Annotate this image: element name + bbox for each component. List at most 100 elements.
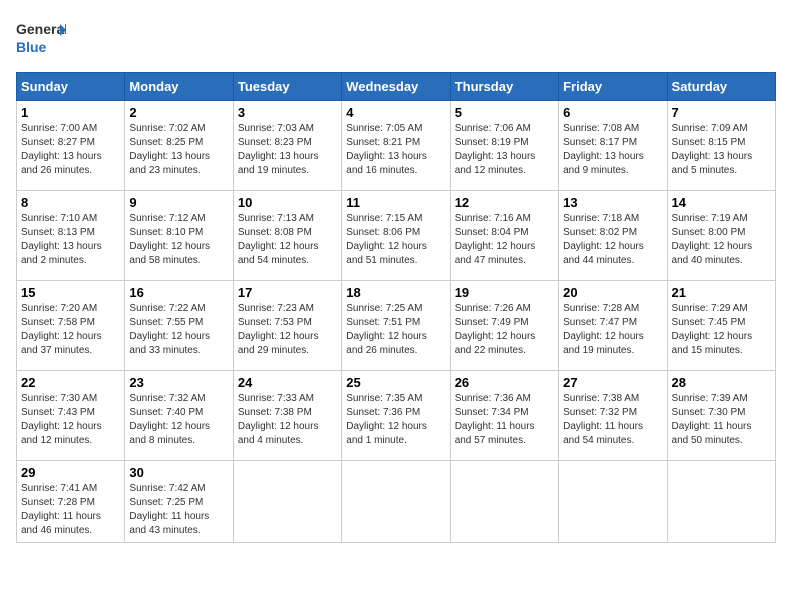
- day-info: Sunrise: 7:25 AMSunset: 7:51 PMDaylight:…: [346, 302, 445, 358]
- svg-text:Blue: Blue: [16, 39, 47, 55]
- calendar-cell: 29Sunrise: 7:41 AMSunset: 7:28 PMDayligh…: [17, 461, 125, 543]
- day-number: 5: [455, 105, 554, 120]
- calendar-cell: 23Sunrise: 7:32 AMSunset: 7:40 PMDayligh…: [125, 371, 233, 461]
- logo: General Blue: [16, 16, 66, 60]
- calendar-cell: 4Sunrise: 7:05 AMSunset: 8:21 PMDaylight…: [342, 101, 450, 191]
- week-row-4: 22 Sunrise: 7:30 AMSunset: 7:43 PMDayligh…: [17, 371, 776, 461]
- calendar-cell: 20 Sunrise: 7:28 AMSunset: 7:47 PMDayligh…: [559, 281, 667, 371]
- day-number: 13: [563, 195, 662, 210]
- calendar-cell: 25Sunrise: 7:35 AMSunset: 7:36 PMDayligh…: [342, 371, 450, 461]
- calendar-cell: [450, 461, 558, 543]
- page-header: General Blue: [16, 16, 776, 60]
- day-info: Sunrise: 7:23 AMSunset: 7:53 PMDaylight:…: [238, 302, 337, 358]
- calendar-cell: 24Sunrise: 7:33 AMSunset: 7:38 PMDayligh…: [233, 371, 341, 461]
- day-number: 6: [563, 105, 662, 120]
- calendar-cell: 17 Sunrise: 7:23 AMSunset: 7:53 PMDayligh…: [233, 281, 341, 371]
- calendar-cell: [233, 461, 341, 543]
- calendar-cell: [559, 461, 667, 543]
- calendar-cell: 13 Sunrise: 7:18 AMSunset: 8:02 PMDayligh…: [559, 191, 667, 281]
- calendar-cell: 2 Sunrise: 7:02 AMSunset: 8:25 PMDaylight…: [125, 101, 233, 191]
- day-number: 17: [238, 285, 337, 300]
- day-number: 12: [455, 195, 554, 210]
- day-number: 22: [21, 375, 120, 390]
- week-row-3: 15 Sunrise: 7:20 AMSunset: 7:58 PMDayligh…: [17, 281, 776, 371]
- day-number: 28: [672, 375, 771, 390]
- day-info: Sunrise: 7:36 AMSunset: 7:34 PMDaylight:…: [455, 392, 554, 448]
- day-number: 18: [346, 285, 445, 300]
- day-info: Sunrise: 7:03 AMSunset: 8:23 PMDaylight:…: [238, 122, 337, 178]
- day-number: 11: [346, 195, 445, 210]
- day-number: 10: [238, 195, 337, 210]
- day-number: 8: [21, 195, 120, 210]
- column-header-wednesday: Wednesday: [342, 73, 450, 101]
- logo-svg: General Blue: [16, 16, 66, 60]
- calendar-cell: 6Sunrise: 7:08 AMSunset: 8:17 PMDaylight…: [559, 101, 667, 191]
- day-number: 14: [672, 195, 771, 210]
- day-number: 19: [455, 285, 554, 300]
- day-info: Sunrise: 7:00 AMSunset: 8:27 PMDaylight:…: [21, 122, 120, 178]
- day-info: Sunrise: 7:16 AMSunset: 8:04 PMDaylight:…: [455, 212, 554, 268]
- day-info: Sunrise: 7:12 AMSunset: 8:10 PMDaylight:…: [129, 212, 228, 268]
- day-number: 15: [21, 285, 120, 300]
- calendar-cell: 11 Sunrise: 7:15 AMSunset: 8:06 PMDayligh…: [342, 191, 450, 281]
- day-info: Sunrise: 7:18 AMSunset: 8:02 PMDaylight:…: [563, 212, 662, 268]
- column-header-tuesday: Tuesday: [233, 73, 341, 101]
- column-header-sunday: Sunday: [17, 73, 125, 101]
- day-info: Sunrise: 7:28 AMSunset: 7:47 PMDaylight:…: [563, 302, 662, 358]
- day-number: 9: [129, 195, 228, 210]
- calendar-cell: 21 Sunrise: 7:29 AMSunset: 7:45 PMDayligh…: [667, 281, 775, 371]
- calendar-cell: [667, 461, 775, 543]
- day-info: Sunrise: 7:22 AMSunset: 7:55 PMDaylight:…: [129, 302, 228, 358]
- day-info: Sunrise: 7:29 AMSunset: 7:45 PMDaylight:…: [672, 302, 771, 358]
- week-row-5: 29Sunrise: 7:41 AMSunset: 7:28 PMDayligh…: [17, 461, 776, 543]
- day-number: 21: [672, 285, 771, 300]
- day-info: Sunrise: 7:02 AMSunset: 8:25 PMDaylight:…: [129, 122, 228, 178]
- day-info: Sunrise: 7:19 AMSunset: 8:00 PMDaylight:…: [672, 212, 771, 268]
- calendar-cell: 19 Sunrise: 7:26 AMSunset: 7:49 PMDayligh…: [450, 281, 558, 371]
- day-info: Sunrise: 7:06 AMSunset: 8:19 PMDaylight:…: [455, 122, 554, 178]
- day-number: 2: [129, 105, 228, 120]
- svg-text:General: General: [16, 21, 66, 37]
- calendar-cell: 22 Sunrise: 7:30 AMSunset: 7:43 PMDayligh…: [17, 371, 125, 461]
- week-row-1: 1 Sunrise: 7:00 AMSunset: 8:27 PMDaylight…: [17, 101, 776, 191]
- calendar-cell: 5 Sunrise: 7:06 AMSunset: 8:19 PMDaylight…: [450, 101, 558, 191]
- day-number: 26: [455, 375, 554, 390]
- calendar-cell: 16 Sunrise: 7:22 AMSunset: 7:55 PMDayligh…: [125, 281, 233, 371]
- calendar-cell: 9 Sunrise: 7:12 AMSunset: 8:10 PMDaylight…: [125, 191, 233, 281]
- day-number: 3: [238, 105, 337, 120]
- day-number: 27: [563, 375, 662, 390]
- day-number: 24: [238, 375, 337, 390]
- day-info: Sunrise: 7:15 AMSunset: 8:06 PMDaylight:…: [346, 212, 445, 268]
- day-number: 4: [346, 105, 445, 120]
- calendar-cell: 7 Sunrise: 7:09 AMSunset: 8:15 PMDaylight…: [667, 101, 775, 191]
- calendar-cell: 8 Sunrise: 7:10 AMSunset: 8:13 PMDaylight…: [17, 191, 125, 281]
- calendar-cell: 26 Sunrise: 7:36 AMSunset: 7:34 PMDayligh…: [450, 371, 558, 461]
- calendar-cell: 12 Sunrise: 7:16 AMSunset: 8:04 PMDayligh…: [450, 191, 558, 281]
- calendar-cell: 18 Sunrise: 7:25 AMSunset: 7:51 PMDayligh…: [342, 281, 450, 371]
- day-number: 1: [21, 105, 120, 120]
- calendar-table: SundayMondayTuesdayWednesdayThursdayFrid…: [16, 72, 776, 543]
- column-header-saturday: Saturday: [667, 73, 775, 101]
- day-info: Sunrise: 7:32 AMSunset: 7:40 PMDaylight:…: [129, 392, 228, 448]
- day-info: Sunrise: 7:42 AMSunset: 7:25 PMDaylight:…: [129, 482, 228, 538]
- day-info: Sunrise: 7:39 AMSunset: 7:30 PMDaylight:…: [672, 392, 771, 448]
- day-info: Sunrise: 7:35 AMSunset: 7:36 PMDaylight:…: [346, 392, 445, 448]
- day-info: Sunrise: 7:09 AMSunset: 8:15 PMDaylight:…: [672, 122, 771, 178]
- calendar-cell: [342, 461, 450, 543]
- day-info: Sunrise: 7:30 AMSunset: 7:43 PMDaylight:…: [21, 392, 120, 448]
- calendar-cell: 27Sunrise: 7:38 AMSunset: 7:32 PMDayligh…: [559, 371, 667, 461]
- day-number: 7: [672, 105, 771, 120]
- calendar-cell: 15 Sunrise: 7:20 AMSunset: 7:58 PMDayligh…: [17, 281, 125, 371]
- day-info: Sunrise: 7:41 AMSunset: 7:28 PMDaylight:…: [21, 482, 120, 538]
- calendar-cell: 30 Sunrise: 7:42 AMSunset: 7:25 PMDayligh…: [125, 461, 233, 543]
- day-number: 30: [129, 465, 228, 480]
- day-info: Sunrise: 7:26 AMSunset: 7:49 PMDaylight:…: [455, 302, 554, 358]
- day-info: Sunrise: 7:10 AMSunset: 8:13 PMDaylight:…: [21, 212, 120, 268]
- week-row-2: 8 Sunrise: 7:10 AMSunset: 8:13 PMDaylight…: [17, 191, 776, 281]
- day-number: 16: [129, 285, 228, 300]
- calendar-cell: 1 Sunrise: 7:00 AMSunset: 8:27 PMDaylight…: [17, 101, 125, 191]
- calendar-cell: 28 Sunrise: 7:39 AMSunset: 7:30 PMDayligh…: [667, 371, 775, 461]
- column-header-monday: Monday: [125, 73, 233, 101]
- day-number: 20: [563, 285, 662, 300]
- day-info: Sunrise: 7:20 AMSunset: 7:58 PMDaylight:…: [21, 302, 120, 358]
